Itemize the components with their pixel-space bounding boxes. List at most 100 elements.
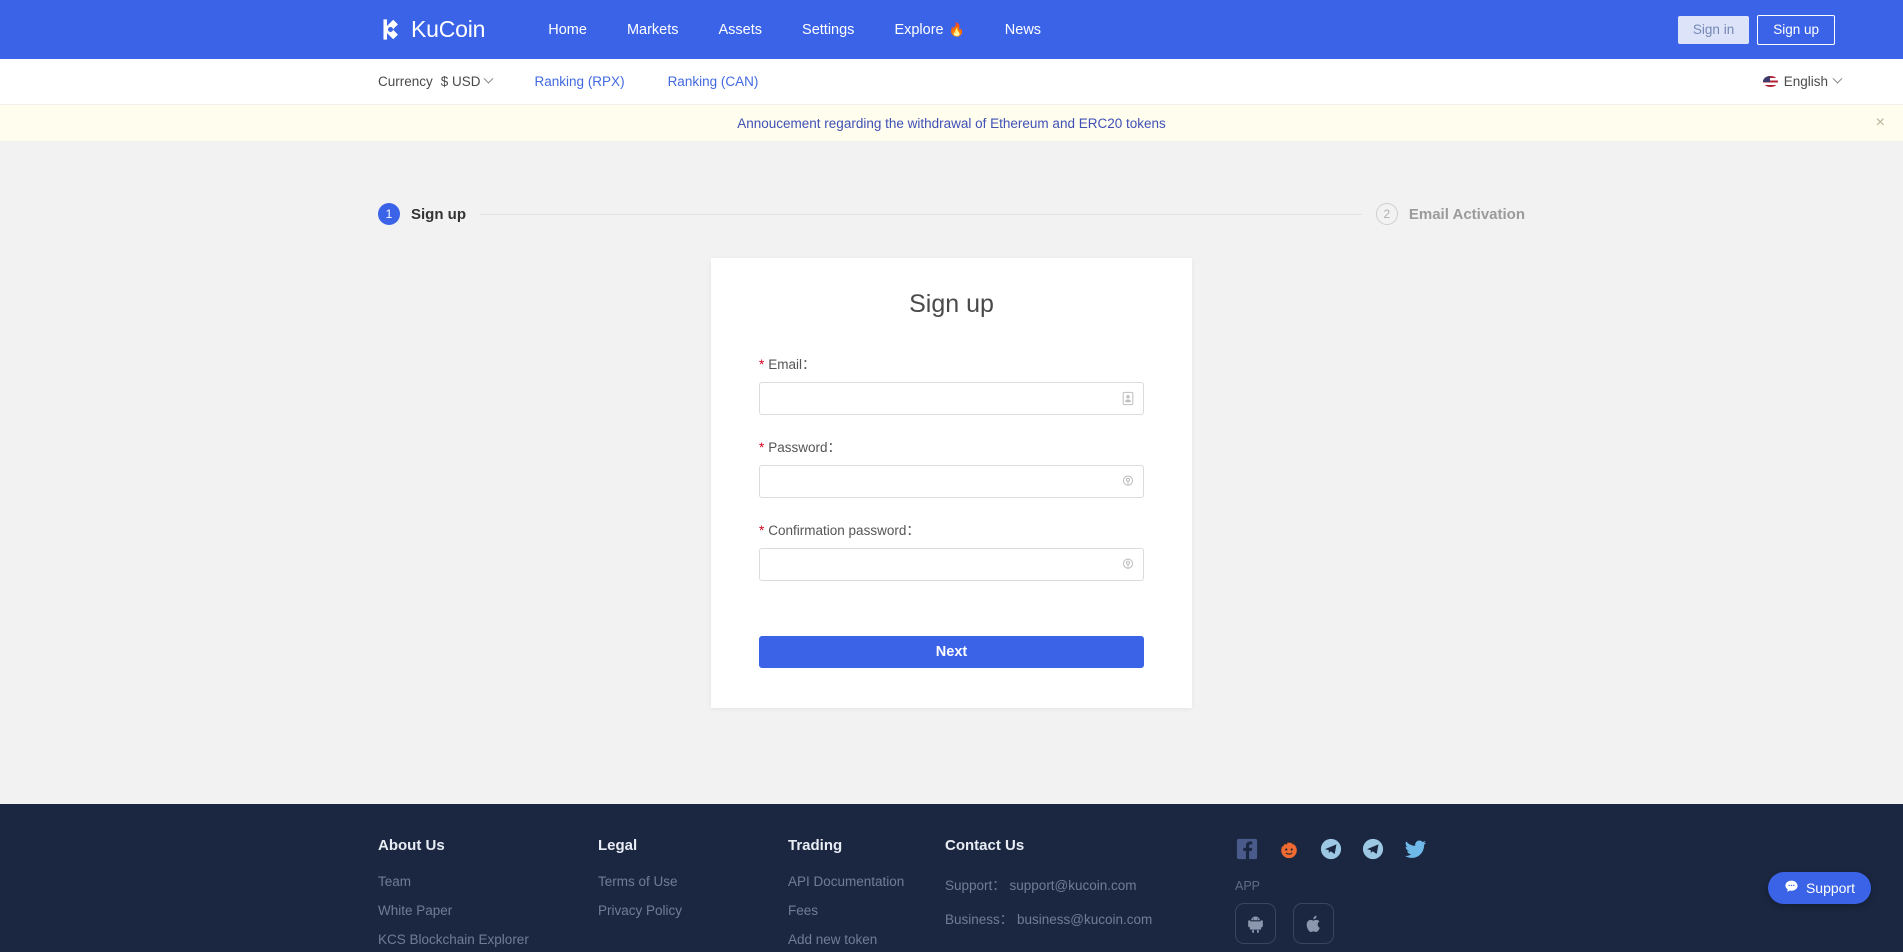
currency-label: Currency bbox=[378, 74, 433, 89]
nav-link-news-label: News bbox=[1004, 21, 1042, 38]
required-asterisk: * bbox=[759, 523, 765, 538]
kucoin-logo-text: KuCoin bbox=[411, 16, 486, 42]
language-selector[interactable]: English bbox=[1762, 73, 1843, 89]
support-button[interactable]: Support bbox=[1767, 872, 1871, 904]
footer-heading-about-us: About Us bbox=[378, 837, 445, 854]
nav-left-group: KuCoin Home Markets Assets Settings Expl… bbox=[378, 16, 1061, 43]
subnav-left-group: Currency $ USD Ranking (RPX) Ranking (CA… bbox=[378, 73, 759, 89]
step-2-label: Email Activation bbox=[1408, 205, 1525, 223]
nav-link-assets-label: Assets bbox=[718, 21, 763, 38]
sign-in-button[interactable]: Sign in bbox=[1677, 15, 1750, 44]
kucoin-logo-icon bbox=[378, 17, 403, 42]
page-title: Sign up bbox=[909, 290, 994, 318]
support-button-label: Support bbox=[1805, 880, 1855, 896]
required-asterisk: * bbox=[759, 357, 765, 372]
signup-step-indicator: 1 Sign up 2 Email Activation bbox=[378, 141, 1525, 225]
facebook-icon[interactable] bbox=[1235, 837, 1259, 861]
footer-heading-legal: Legal bbox=[598, 837, 638, 854]
apple-icon[interactable] bbox=[1293, 903, 1334, 944]
footer-column-contact-us: Contact Us Support： support@kucoin.com B… bbox=[945, 837, 1235, 952]
footer-link-privacy-policy[interactable]: Privacy Policy bbox=[598, 903, 788, 918]
primary-nav-links: Home Markets Assets Settings Explore 🔥 N… bbox=[528, 22, 1061, 38]
email-input[interactable] bbox=[759, 382, 1144, 415]
nav-link-explore[interactable]: Explore 🔥 bbox=[874, 22, 984, 38]
nav-link-home-label: Home bbox=[548, 21, 587, 38]
step-connector-line bbox=[480, 213, 1362, 215]
step-sign-up: 1 Sign up bbox=[378, 203, 466, 225]
nav-link-settings-label: Settings bbox=[802, 21, 855, 38]
kucoin-logo[interactable]: KuCoin bbox=[378, 16, 485, 43]
lock-icon bbox=[1120, 474, 1135, 489]
footer-link-team[interactable]: Team bbox=[378, 874, 598, 889]
currency-selector[interactable]: $ USD bbox=[441, 73, 493, 89]
footer-support-email: Support： support@kucoin.com bbox=[945, 878, 1137, 893]
password-field-group: * Password： bbox=[759, 436, 1144, 498]
close-icon[interactable]: × bbox=[1870, 111, 1891, 135]
footer-link-kcs-blockchain-explorer[interactable]: KCS Blockchain Explorer bbox=[378, 932, 598, 947]
telegram-icon[interactable] bbox=[1319, 837, 1343, 861]
telegram-icon[interactable] bbox=[1361, 837, 1385, 861]
email-input-wrap bbox=[759, 382, 1144, 415]
footer-link-terms-of-use[interactable]: Terms of Use bbox=[598, 874, 788, 889]
chat-bubble-icon bbox=[1784, 879, 1799, 897]
footer-column-trading: Trading API Documentation Fees Add new t… bbox=[788, 837, 945, 952]
footer-heading-contact-us: Contact Us bbox=[945, 837, 1025, 854]
footer-heading-trading: Trading bbox=[788, 837, 843, 854]
confirm-password-input-wrap bbox=[759, 548, 1144, 581]
password-label-text: Password： bbox=[768, 440, 842, 455]
step-2-number: 2 bbox=[1375, 203, 1398, 225]
twitter-icon[interactable] bbox=[1403, 837, 1427, 861]
footer-columns: About Us Team White Paper KCS Blockchain… bbox=[378, 837, 1525, 952]
ranking-rpx-link[interactable]: Ranking (RPX) bbox=[535, 74, 625, 89]
nav-link-settings[interactable]: Settings bbox=[782, 22, 874, 38]
password-input-wrap bbox=[759, 465, 1144, 498]
app-section-label: APP bbox=[1235, 879, 1261, 893]
reddit-icon[interactable] bbox=[1277, 837, 1301, 861]
chevron-down-icon bbox=[483, 73, 493, 84]
next-button[interactable]: Next bbox=[759, 636, 1144, 668]
footer-column-about-us: About Us Team White Paper KCS Blockchain… bbox=[378, 837, 598, 952]
footer-column-legal: Legal Terms of Use Privacy Policy bbox=[598, 837, 788, 952]
confirm-password-field-group: * Confirmation password： bbox=[759, 519, 1144, 581]
social-links bbox=[1235, 837, 1525, 861]
password-label: * Password： bbox=[759, 436, 1144, 456]
ranking-can-link[interactable]: Ranking (CAN) bbox=[668, 74, 759, 89]
secondary-navigation-bar: Currency $ USD Ranking (RPX) Ranking (CA… bbox=[0, 59, 1903, 105]
required-asterisk: * bbox=[759, 440, 765, 455]
confirm-password-label: * Confirmation password： bbox=[759, 519, 1144, 539]
footer-link-white-paper[interactable]: White Paper bbox=[378, 903, 598, 918]
email-field-group: * Email： bbox=[759, 353, 1144, 415]
nav-link-markets-label: Markets bbox=[626, 21, 679, 38]
announcement-link[interactable]: Annoucement regarding the withdrawal of … bbox=[737, 116, 1166, 131]
email-label-text: Email： bbox=[768, 357, 816, 372]
user-icon bbox=[1120, 391, 1135, 406]
chevron-down-icon bbox=[1832, 73, 1843, 84]
site-footer: About Us Team White Paper KCS Blockchain… bbox=[0, 804, 1903, 952]
top-navigation-bar: KuCoin Home Markets Assets Settings Expl… bbox=[0, 0, 1903, 59]
nav-link-assets[interactable]: Assets bbox=[699, 22, 783, 38]
password-input[interactable] bbox=[759, 465, 1144, 498]
footer-link-api-documentation[interactable]: API Documentation bbox=[788, 874, 945, 889]
app-download-buttons bbox=[1235, 903, 1525, 944]
footer-column-social-app: APP bbox=[1235, 837, 1525, 952]
fire-icon: 🔥 bbox=[948, 21, 965, 37]
nav-link-home[interactable]: Home bbox=[528, 22, 607, 38]
announcement-banner: Annoucement regarding the withdrawal of … bbox=[0, 105, 1903, 141]
step-1-number: 1 bbox=[378, 203, 400, 225]
footer-business-email: Business： business@kucoin.com bbox=[945, 912, 1153, 927]
confirm-password-input[interactable] bbox=[759, 548, 1144, 581]
footer-link-add-new-token[interactable]: Add new token bbox=[788, 932, 945, 947]
sign-up-button[interactable]: Sign up bbox=[1757, 14, 1835, 45]
us-flag-icon bbox=[1762, 76, 1778, 87]
nav-link-news[interactable]: News bbox=[985, 22, 1061, 38]
step-email-activation: 2 Email Activation bbox=[1375, 203, 1525, 225]
lock-icon bbox=[1120, 557, 1135, 572]
email-label: * Email： bbox=[759, 353, 1144, 373]
android-icon[interactable] bbox=[1235, 903, 1276, 944]
footer-link-fees[interactable]: Fees bbox=[788, 903, 945, 918]
signup-card: Sign up * Email： * Password： * Confirmat… bbox=[711, 258, 1192, 708]
confirm-password-label-text: Confirmation password： bbox=[768, 523, 920, 538]
main-content: 1 Sign up 2 Email Activation Sign up * Em… bbox=[0, 141, 1903, 804]
nav-link-explore-label: Explore bbox=[894, 21, 944, 38]
nav-link-markets[interactable]: Markets bbox=[607, 22, 699, 38]
